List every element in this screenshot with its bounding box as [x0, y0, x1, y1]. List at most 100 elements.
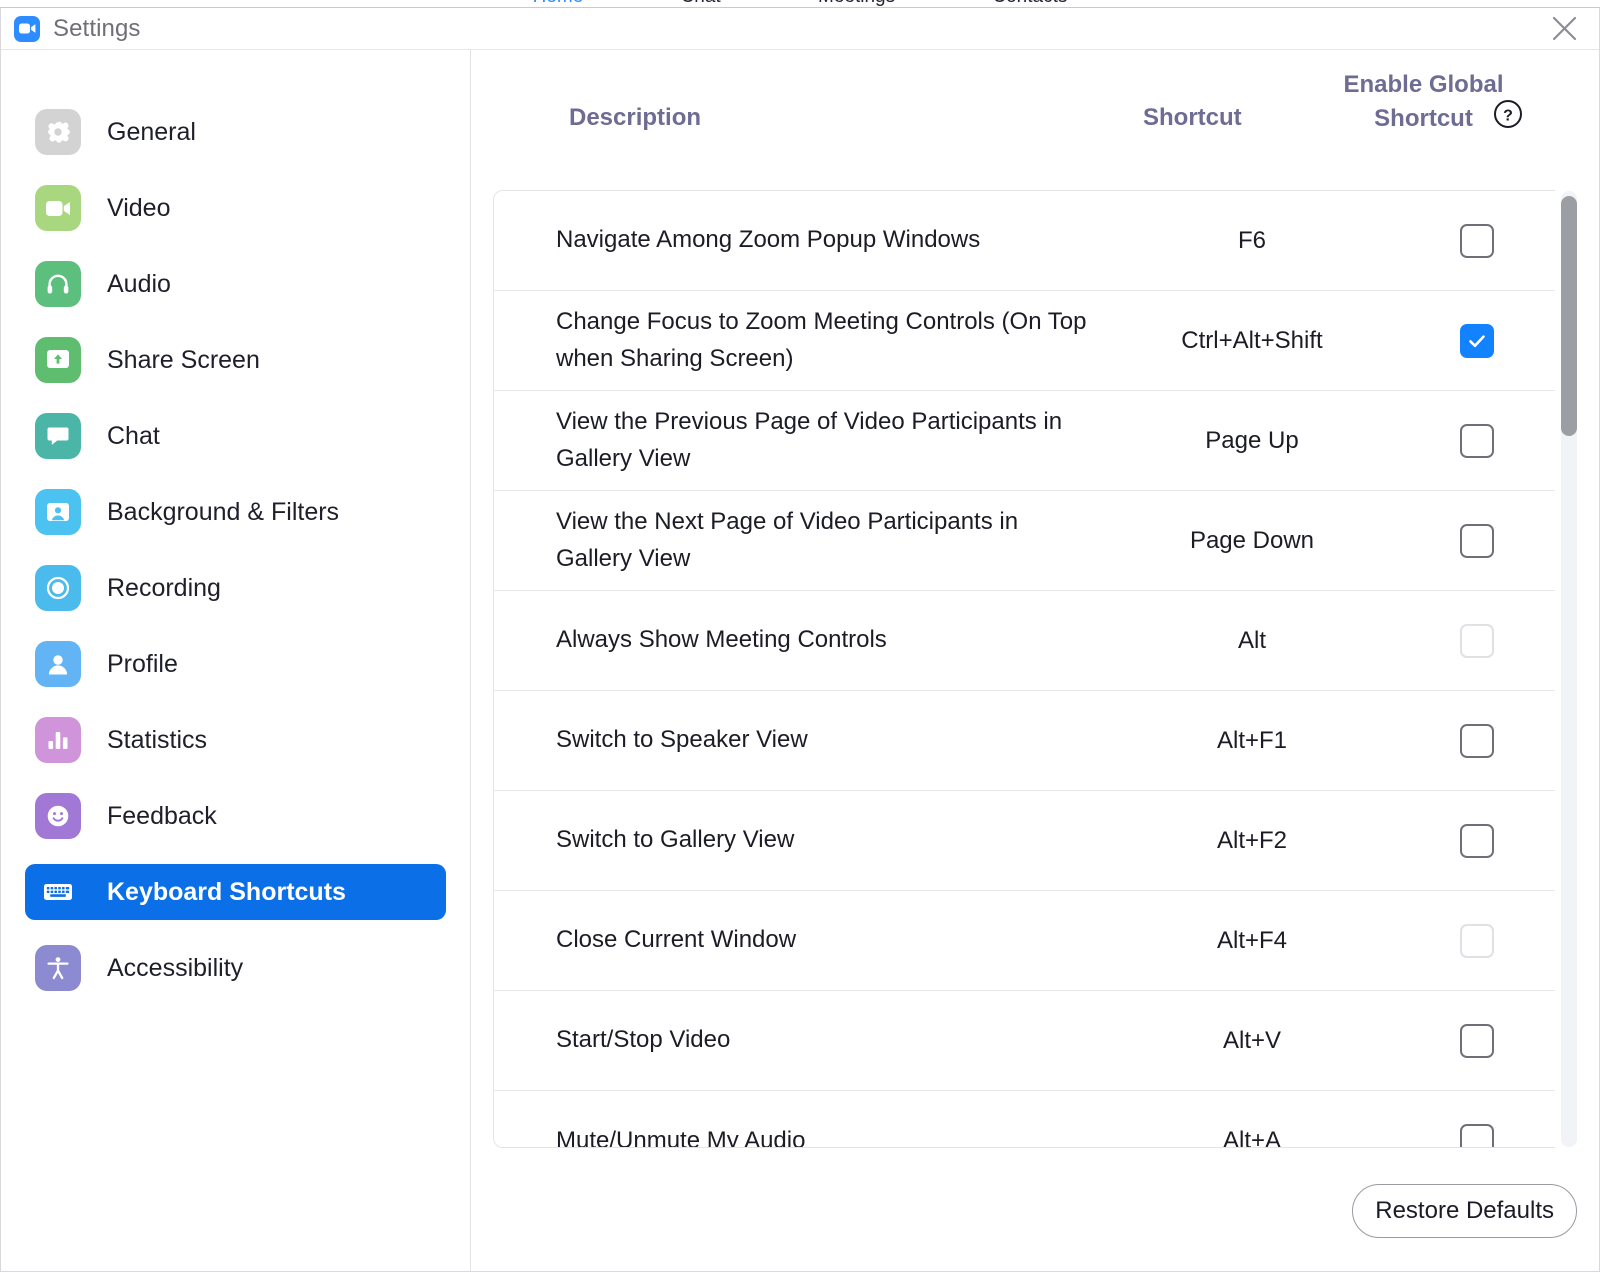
sidebar-item-chat[interactable]: Chat	[25, 408, 446, 464]
sidebar-item-label: General	[107, 117, 196, 146]
sidebar-item-background-filters[interactable]: Background & Filters	[25, 484, 446, 540]
headphones-icon	[35, 261, 81, 307]
row-description: Switch to Gallery View	[556, 826, 795, 854]
table-row[interactable]: View the Next Page of Video Participants…	[494, 491, 1555, 591]
bg-tab-home: Home	[533, 0, 584, 7]
row-description: View the Previous Page of Video Particip…	[556, 408, 1063, 472]
row-description: Start/Stop Video	[556, 1026, 731, 1054]
settings-window: Settings General Video Audio Share Scree…	[0, 8, 1600, 1272]
enable-global-shortcut-checkbox[interactable]	[1459, 323, 1494, 358]
row-shortcut: Alt+F2	[1216, 826, 1288, 854]
table-row[interactable]: Navigate Among Zoom Popup Windows F6	[494, 191, 1555, 291]
sidebar-item-profile[interactable]: Profile	[25, 636, 446, 692]
enable-global-shortcut-checkbox[interactable]	[1459, 823, 1494, 858]
sidebar-item-label: Feedback	[107, 801, 217, 830]
bar-chart-icon	[35, 717, 81, 763]
record-circle-icon	[35, 565, 81, 611]
person-icon	[35, 641, 81, 687]
title-bar: Settings	[1, 8, 1599, 50]
svg-text:?: ?	[1503, 107, 1513, 124]
enable-global-shortcut-checkbox[interactable]	[1459, 223, 1494, 258]
upload-arrow-icon	[35, 337, 81, 383]
table-row[interactable]: Switch to Speaker View Alt+F1	[494, 691, 1555, 791]
shortcuts-table: Navigate Among Zoom Popup Windows F6 Cha…	[493, 190, 1555, 1148]
sidebar-item-label: Keyboard Shortcuts	[107, 877, 346, 906]
row-checkbox-cell	[1398, 623, 1555, 658]
sidebar-item-feedback[interactable]: Feedback	[25, 788, 446, 844]
enable-global-shortcut-checkbox[interactable]	[1459, 723, 1494, 758]
sidebar-item-audio[interactable]: Audio	[25, 256, 446, 312]
sidebar-item-label: Accessibility	[107, 953, 244, 982]
enable-global-shortcut-checkbox[interactable]	[1459, 423, 1494, 458]
sidebar-item-video[interactable]: Video	[25, 180, 446, 236]
enable-global-shortcut-checkbox[interactable]	[1459, 523, 1494, 558]
row-description: Close Current Window	[556, 926, 797, 954]
gear-icon	[35, 109, 81, 155]
sidebar-item-label: Statistics	[107, 725, 208, 754]
enable-global-shortcut-checkbox[interactable]	[1459, 1023, 1494, 1058]
row-checkbox-cell	[1398, 1124, 1555, 1147]
table-row[interactable]: Start/Stop Video Alt+V	[494, 991, 1555, 1091]
chat-bubble-icon	[35, 413, 81, 459]
row-description: View the Next Page of Video Participants…	[556, 508, 1019, 572]
restore-defaults-button[interactable]: Restore Defaults	[1352, 1184, 1577, 1238]
column-header-line2: Shortcut	[1374, 104, 1473, 132]
sidebar-item-label: Audio	[107, 269, 171, 298]
sidebar-item-general[interactable]: General	[25, 104, 446, 160]
row-shortcut: Ctrl+Alt+Shift	[1181, 326, 1323, 354]
background-app-strip: Home Chat Meetings Contacts	[0, 0, 1600, 8]
sidebar-item-recording[interactable]: Recording	[25, 560, 446, 616]
scrollbar-thumb[interactable]	[1561, 196, 1577, 436]
row-shortcut: Alt+A	[1222, 1127, 1282, 1148]
keyboard-icon	[35, 869, 81, 915]
video-camera-icon	[35, 185, 81, 231]
person-frame-icon	[35, 489, 81, 535]
sidebar-item-accessibility[interactable]: Accessibility	[25, 940, 446, 996]
row-checkbox-cell	[1398, 423, 1555, 458]
table-row[interactable]: Always Show Meeting Controls Alt	[494, 591, 1555, 691]
row-checkbox-cell	[1398, 323, 1555, 358]
table-row[interactable]: Close Current Window Alt+F4	[494, 891, 1555, 991]
settings-sidebar: General Video Audio Share Screen Chat Ba…	[1, 50, 471, 1271]
column-header-line1: Enable Global	[1343, 70, 1504, 98]
help-circle-icon[interactable]: ?	[1493, 99, 1523, 129]
table-row[interactable]: Switch to Gallery View Alt+F2	[494, 791, 1555, 891]
row-checkbox-cell	[1398, 923, 1555, 958]
table-row[interactable]: View the Previous Page of Video Particip…	[494, 391, 1555, 491]
table-row[interactable]: Change Focus to Zoom Meeting Controls (O…	[494, 291, 1555, 391]
row-checkbox-cell	[1398, 723, 1555, 758]
smiley-face-icon	[35, 793, 81, 839]
bg-tab-chat: Chat	[681, 0, 721, 7]
table-header-row: Description Shortcut Enable Global Short…	[471, 50, 1599, 146]
table-scrollbar[interactable]	[1561, 191, 1577, 1147]
row-checkbox-cell	[1398, 523, 1555, 558]
sidebar-item-share-screen[interactable]: Share Screen	[25, 332, 446, 388]
bg-tab-meetings: Meetings	[818, 0, 895, 7]
enable-global-shortcut-checkbox	[1459, 923, 1494, 958]
row-shortcut: Alt+F1	[1216, 726, 1288, 754]
close-icon[interactable]	[1543, 8, 1585, 50]
zoom-camera-icon	[14, 15, 40, 42]
row-description: Switch to Speaker View	[556, 726, 808, 754]
row-description: Mute/Unmute My Audio	[556, 1126, 806, 1148]
table-row[interactable]: Mute/Unmute My Audio Alt+A	[494, 1091, 1555, 1148]
enable-global-shortcut-checkbox	[1459, 623, 1494, 658]
enable-global-shortcut-checkbox[interactable]	[1459, 1124, 1494, 1147]
accessibility-icon	[35, 945, 81, 991]
row-checkbox-cell	[1398, 823, 1555, 858]
row-shortcut: Alt+V	[1222, 1026, 1282, 1054]
row-checkbox-cell	[1398, 223, 1555, 258]
row-shortcut: F6	[1237, 226, 1266, 254]
row-description: Change Focus to Zoom Meeting Controls (O…	[556, 308, 1087, 372]
column-header-description: Description	[569, 104, 702, 131]
sidebar-item-label: Profile	[107, 649, 178, 678]
sidebar-item-statistics[interactable]: Statistics	[25, 712, 446, 768]
row-description: Always Show Meeting Controls	[556, 626, 887, 654]
column-header-shortcut: Shortcut	[1143, 104, 1242, 131]
row-shortcut: Alt+F4	[1216, 926, 1288, 954]
sidebar-item-keyboard-shortcuts[interactable]: Keyboard Shortcuts	[25, 864, 446, 920]
bg-tab-contacts: Contacts	[992, 0, 1067, 7]
sidebar-item-label: Video	[107, 193, 171, 222]
sidebar-item-label: Recording	[107, 573, 221, 602]
row-shortcut: Page Up	[1205, 426, 1299, 454]
